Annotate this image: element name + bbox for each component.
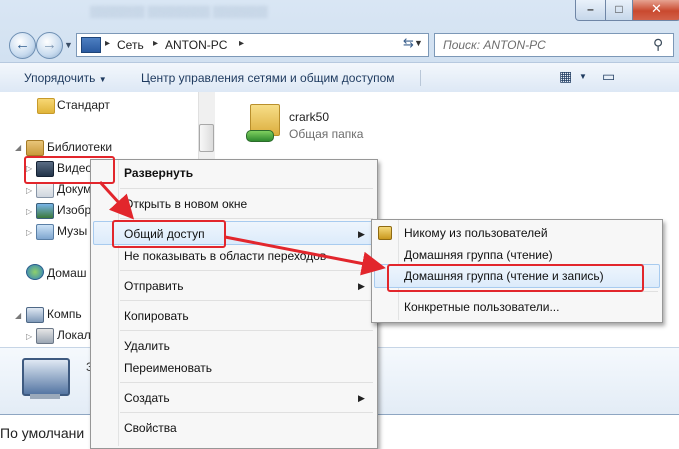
annotation-arrows	[98, 180, 386, 276]
annotation-arrow-to-readwrite	[224, 235, 386, 276]
annotation-arrow-to-sharing	[98, 180, 135, 220]
